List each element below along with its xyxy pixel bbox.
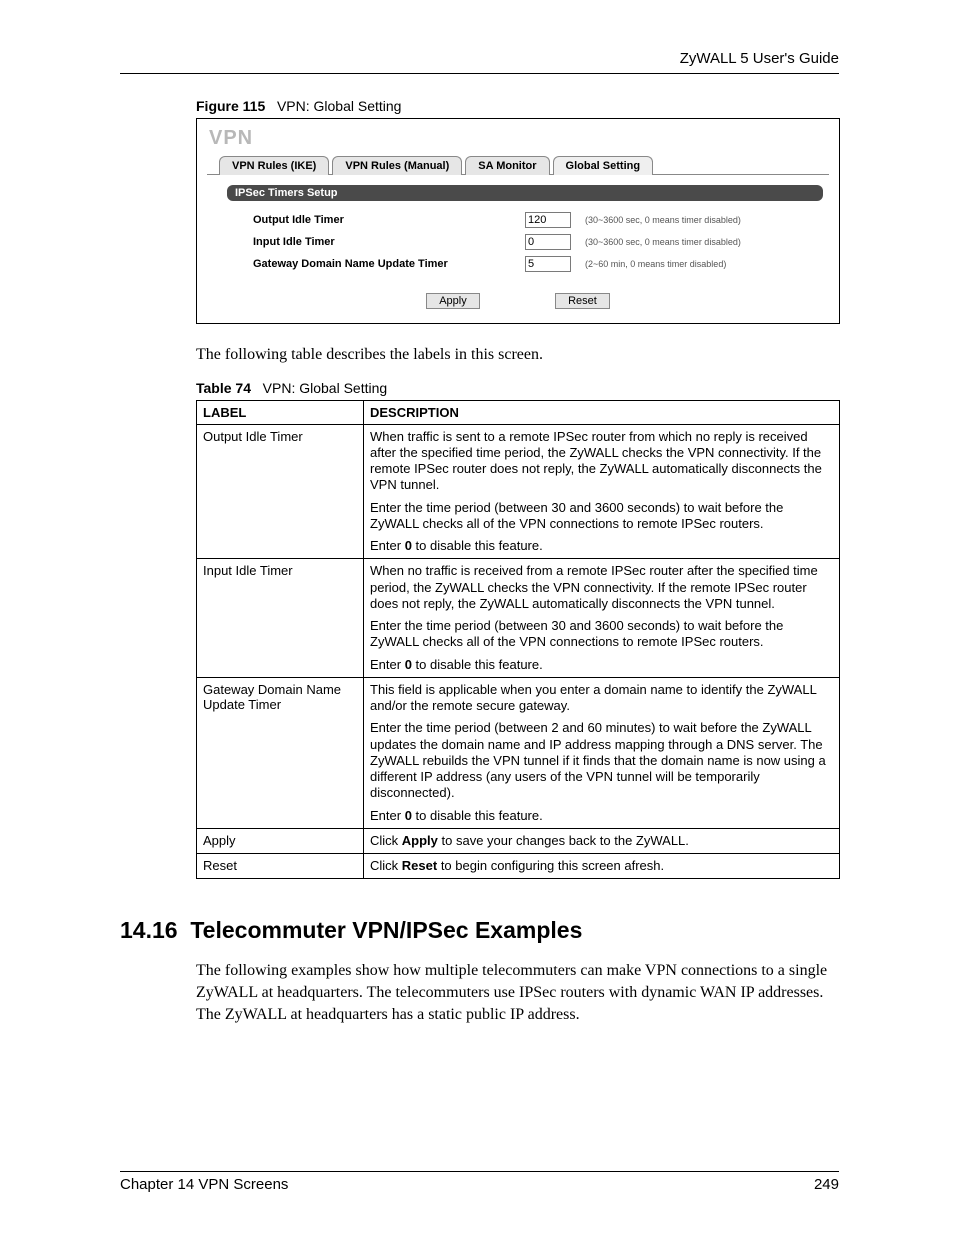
desc-para: Enter 0 to disable this feature. [370, 657, 833, 673]
tab-vpn-rules-ike[interactable]: VPN Rules (IKE) [219, 156, 329, 175]
table-caption-label: Table 74 [196, 380, 251, 396]
intro-text: The following table describes the labels… [196, 344, 839, 366]
apply-button[interactable]: Apply [426, 293, 480, 309]
label-output-idle-timer: Output Idle Timer [253, 214, 525, 226]
hint-output-idle-timer: (30~3600 sec, 0 means timer disabled) [585, 215, 741, 225]
row-output-idle-timer: Output Idle Timer (30~3600 sec, 0 means … [253, 209, 829, 231]
ipsec-timers-form: Output Idle Timer (30~3600 sec, 0 means … [253, 209, 829, 275]
cell-label: Gateway Domain Name Update Timer [197, 677, 364, 828]
label-gateway-domain-timer: Gateway Domain Name Update Timer [253, 258, 525, 270]
th-label: LABEL [197, 400, 364, 424]
desc-para: Enter the time period (between 30 and 36… [370, 618, 833, 651]
table-row: Reset Click Reset to begin configuring t… [197, 854, 840, 879]
desc-para: Click Apply to save your changes back to… [370, 833, 833, 849]
table-row: Gateway Domain Name Update Timer This fi… [197, 677, 840, 828]
screenshot-title: VPN [209, 127, 829, 150]
desc-para: Enter 0 to disable this feature. [370, 538, 833, 554]
section-heading: 14.16 Telecommuter VPN/IPSec Examples [120, 917, 839, 944]
table-row: Apply Click Apply to save your changes b… [197, 828, 840, 853]
th-description: DESCRIPTION [364, 400, 840, 424]
desc-para: When traffic is sent to a remote IPSec r… [370, 429, 833, 494]
screenshot-buttons: Apply Reset [207, 293, 829, 309]
figure-label: Figure 115 [196, 98, 265, 114]
header-rule [120, 73, 839, 74]
footer-chapter: Chapter 14 VPN Screens [120, 1176, 288, 1193]
cell-label: Reset [197, 854, 364, 879]
desc-para: Enter the time period (between 30 and 36… [370, 500, 833, 533]
desc-para: Enter 0 to disable this feature. [370, 808, 833, 824]
desc-para: This field is applicable when you enter … [370, 682, 833, 715]
vpn-screenshot: VPN VPN Rules (IKE) VPN Rules (Manual) S… [196, 118, 840, 324]
tab-bar: VPN Rules (IKE) VPN Rules (Manual) SA Mo… [207, 152, 829, 175]
figure-title: VPN: Global Setting [277, 98, 402, 114]
reset-button[interactable]: Reset [555, 293, 610, 309]
table-row: Output Idle Timer When traffic is sent t… [197, 424, 840, 559]
cell-desc: When no traffic is received from a remot… [364, 559, 840, 678]
cell-label: Output Idle Timer [197, 424, 364, 559]
cell-desc: Click Reset to begin configuring this sc… [364, 854, 840, 879]
hint-gateway-domain-timer: (2~60 min, 0 means timer disabled) [585, 259, 726, 269]
section-bar-ipsec-timers: IPSec Timers Setup [227, 185, 823, 201]
table-caption: Table 74 VPN: Global Setting [196, 380, 839, 396]
figure-caption: Figure 115 VPN: Global Setting [196, 98, 839, 114]
table-row: Input Idle Timer When no traffic is rece… [197, 559, 840, 678]
tab-sa-monitor[interactable]: SA Monitor [465, 156, 549, 175]
row-gateway-domain-timer: Gateway Domain Name Update Timer (2~60 m… [253, 253, 829, 275]
cell-label: Apply [197, 828, 364, 853]
input-output-idle-timer[interactable] [525, 212, 571, 228]
section-number: 14.16 [120, 917, 178, 943]
header-guide: ZyWALL 5 User's Guide [120, 50, 839, 67]
section-title: Telecommuter VPN/IPSec Examples [190, 917, 582, 943]
cell-desc: Click Apply to save your changes back to… [364, 828, 840, 853]
tab-global-setting[interactable]: Global Setting [553, 156, 654, 175]
page-footer: Chapter 14 VPN Screens 249 [120, 1171, 839, 1193]
desc-para: When no traffic is received from a remot… [370, 563, 833, 612]
section-body: The following examples show how multiple… [196, 960, 839, 1025]
input-input-idle-timer[interactable] [525, 234, 571, 250]
label-input-idle-timer: Input Idle Timer [253, 236, 525, 248]
tab-vpn-rules-manual[interactable]: VPN Rules (Manual) [332, 156, 462, 175]
hint-input-idle-timer: (30~3600 sec, 0 means timer disabled) [585, 237, 741, 247]
input-gateway-domain-timer[interactable] [525, 256, 571, 272]
cell-desc: When traffic is sent to a remote IPSec r… [364, 424, 840, 559]
table-caption-title: VPN: Global Setting [263, 380, 388, 396]
description-table: LABEL DESCRIPTION Output Idle Timer When… [196, 400, 840, 880]
desc-para: Click Reset to begin configuring this sc… [370, 858, 833, 874]
row-input-idle-timer: Input Idle Timer (30~3600 sec, 0 means t… [253, 231, 829, 253]
footer-page-number: 249 [814, 1176, 839, 1193]
footer-rule [120, 1171, 839, 1172]
desc-para: Enter the time period (between 2 and 60 … [370, 720, 833, 801]
cell-label: Input Idle Timer [197, 559, 364, 678]
cell-desc: This field is applicable when you enter … [364, 677, 840, 828]
